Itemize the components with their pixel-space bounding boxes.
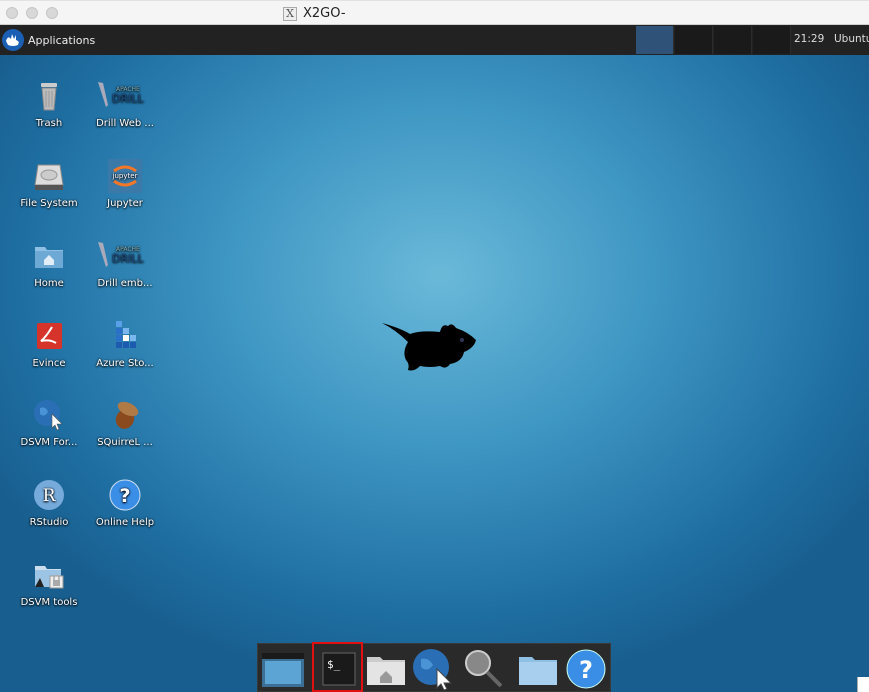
rstudio-icon: R [32,478,66,512]
svg-text:?: ? [119,485,130,507]
help-icon: ? [566,649,606,689]
desktop-icon-dsvm-tools[interactable]: DSVM tools [11,558,87,608]
x11-icon: X [283,6,297,21]
clock[interactable]: 21:29 [794,33,824,45]
workspace-4[interactable] [753,26,791,54]
desktop-icon-squirrel[interactable]: SQuirreL ... [87,398,163,448]
hard-drive-icon [32,159,66,193]
svg-text:DRILL: DRILL [112,92,144,105]
folder-icon [519,657,557,685]
desktop-icon-drill-web[interactable]: APACHE DRILL Drill Web ... [87,79,163,129]
acorn-icon [108,398,142,432]
maximize-button[interactable] [46,7,58,19]
workspace-3[interactable] [714,26,752,54]
locked-folder-icon [32,558,66,592]
apache-drill-icon: APACHE DRILL [94,239,156,273]
desktop-icon-online-help[interactable]: ? Online Help [87,478,163,528]
workspace-2[interactable] [675,26,713,54]
close-button[interactable] [6,7,18,19]
svg-text:jupyter: jupyter [112,172,138,180]
svg-text:DRILL: DRILL [112,252,144,265]
desktop-icon-drill-embedded[interactable]: APACHE DRILL Drill emb... [87,239,163,289]
desktop: Trash APACHE DRILL Drill Web ... File Sys… [0,55,869,692]
desktop-icon-rstudio[interactable]: R RStudio [11,478,87,528]
svg-text:R: R [43,486,57,506]
minimize-button[interactable] [26,7,38,19]
home-folder-icon [367,657,405,685]
desktop-icon-dsvm-forum[interactable]: DSVM For... [11,398,87,448]
help-icon: ? [108,478,142,512]
applications-menu-button[interactable]: Applications [0,25,95,55]
dock-web-browser[interactable] [410,648,456,691]
evince-icon [32,319,66,353]
desktop-icon-file-system[interactable]: File System [11,159,87,209]
xfce-logo-icon [2,29,24,51]
desktop-icon-jupyter[interactable]: jupyter Jupyter [87,159,163,209]
workspace-1[interactable] [636,26,674,54]
desktop-icon-azure-storage[interactable]: Azure Sto... [87,319,163,369]
dock-folder[interactable] [515,648,561,690]
show-desktop-icon [262,653,304,687]
top-panel: Applications 21:29 Ubuntu [0,25,869,55]
window-titlebar: X X2GO- [0,0,869,25]
window-title: X X2GO- [283,6,346,21]
trash-icon [32,79,66,113]
dock: $_ ? [257,643,611,692]
dock-help[interactable]: ? [563,648,609,690]
apache-drill-icon: APACHE DRILL [94,79,156,113]
user-menu[interactable]: Ubuntu [834,33,869,45]
xfce-mouse-wallpaper-logo [380,320,480,380]
magnifier-icon [465,650,503,688]
dock-show-desktop[interactable] [260,648,306,690]
jupyter-icon: jupyter [108,159,142,193]
globe-cursor-icon [413,649,453,691]
home-folder-icon [32,239,66,273]
desktop-icon-home[interactable]: Home [11,239,87,289]
resize-grip[interactable] [857,677,869,692]
globe-cursor-icon [32,398,66,432]
dock-app-finder[interactable] [460,648,506,690]
desktop-icon-evince[interactable]: Evince [11,319,87,369]
desktop-icon-trash[interactable]: Trash [11,79,87,129]
azure-storage-icon [108,319,142,353]
svg-text:?: ? [579,656,593,684]
terminal-selection-highlight [312,642,363,692]
dock-home-folder[interactable] [363,648,409,690]
